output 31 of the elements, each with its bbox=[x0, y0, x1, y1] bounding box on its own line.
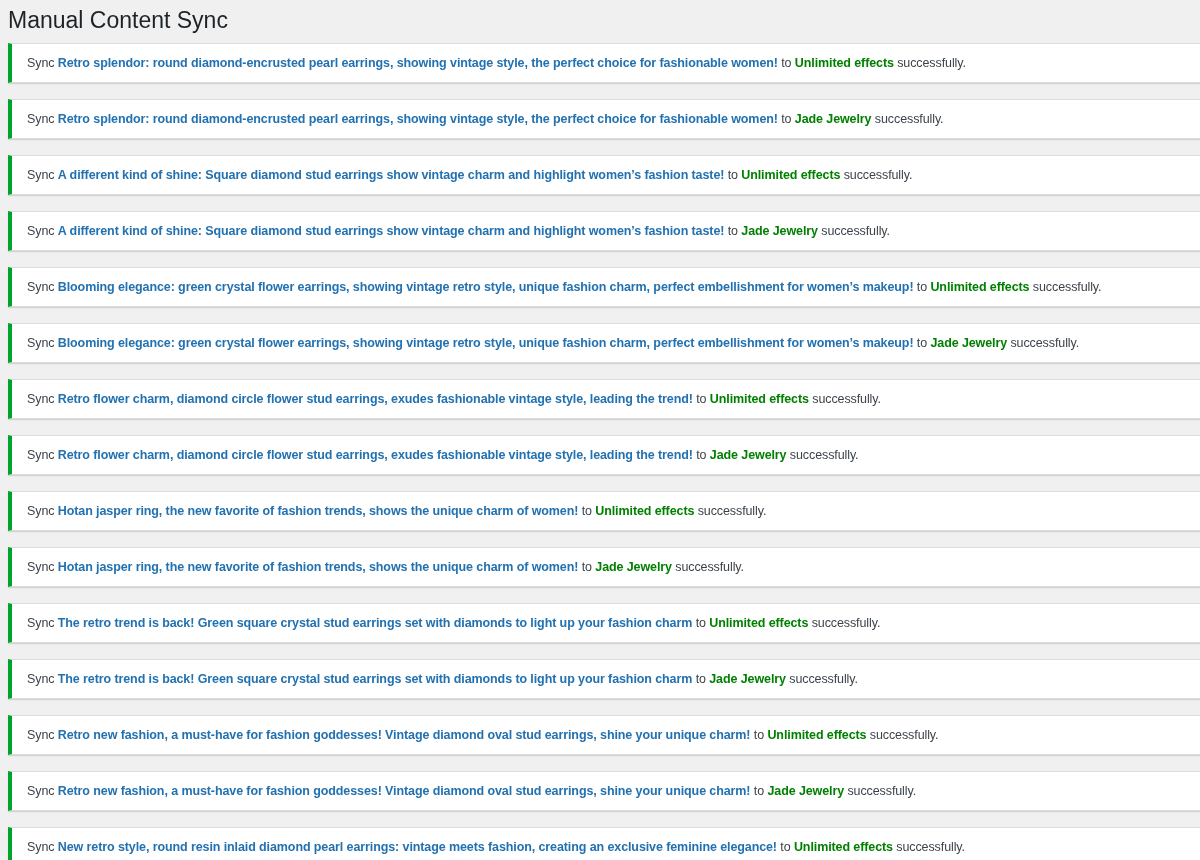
product-link[interactable]: Hotan jasper ring, the new favorite of fashion trends, shows the unique charm of women! bbox=[57, 503, 579, 518]
notice-message: Sync Hotan jasper ring, the new favorite of fashion trends, shows the unique charm of women! to Jade Jewelry successfully. bbox=[27, 558, 744, 576]
notice-message: Sync Retro new fashion, a must-have for fashion goddesses! Vintage diamond oval stud earrings, shine your unique charm! to Jade Jewelry successfully. bbox=[27, 782, 917, 800]
notice-message: Sync Blooming elegance: green crystal flower earrings, showing vintage retro style, unique fashion charm, perfect embellishment for women’s makeup! to Unlimited effects successfully. bbox=[27, 278, 1102, 296]
notice-message: Sync Hotan jasper ring, the new favorite of fashion trends, shows the unique charm of women! to Unlimited effects successfully. bbox=[27, 502, 767, 520]
product-link[interactable]: Retro new fashion, a must-have for fashion goddesses! Vintage diamond oval stud earrings, shine your unique charm! bbox=[57, 783, 751, 798]
product-link[interactable]: Retro new fashion, a must-have for fashion goddesses! Vintage diamond oval stud earrings, shine your unique charm! bbox=[57, 727, 751, 742]
product-link[interactable]: Blooming elegance: green crystal flower earrings, showing vintage retro style, unique fashion charm, perfect embellishment for women’s makeup! bbox=[57, 335, 914, 350]
product-link[interactable]: Retro flower charm, diamond circle flower stud earrings, exudes fashionable vintage style, leading the trend! bbox=[57, 391, 693, 406]
notice-message: Sync Blooming elegance: green crystal flower earrings, showing vintage retro style, unique fashion charm, perfect embellishment for women’s makeup! to Jade Jewelry successfully. bbox=[27, 334, 1080, 352]
notice-message: Sync The retro trend is back! Green square crystal stud earrings set with diamonds to light up your fashion charm to Jade Jewelry successfully. bbox=[27, 670, 858, 688]
product-link[interactable]: The retro trend is back! Green square crystal stud earrings set with diamonds to light up your fashion charm bbox=[57, 615, 693, 630]
page-title: Manual Content Sync bbox=[8, 6, 229, 35]
notice-message: Sync Retro flower charm, diamond circle flower stud earrings, exudes fashionable vintage style, leading the trend! to Jade Jewelry successfully. bbox=[27, 446, 859, 464]
notice-message: Sync New retro style, round resin inlaid diamond pearl earrings: vintage meets fashion, creating an exclusive feminine elegance! to Unlimited effects successfully. bbox=[27, 838, 965, 856]
notice-message: Sync Retro new fashion, a must-have for fashion goddesses! Vintage diamond oval stud earrings, shine your unique charm! to Unlimited effects successfully. bbox=[27, 726, 939, 744]
product-link[interactable]: New retro style, round resin inlaid diamond pearl earrings: vintage meets fashion, creating an exclusive feminine elegance! bbox=[57, 839, 777, 854]
notice-message: Sync A different kind of shine: Square diamond stud earrings show vintage charm and highlight women’s fashion taste! to Jade Jewelry successfully. bbox=[27, 222, 890, 240]
notice-message: Sync The retro trend is back! Green square crystal stud earrings set with diamonds to light up your fashion charm to Unlimited effects successfully. bbox=[27, 614, 881, 632]
product-link[interactable]: A different kind of shine: Square diamond stud earrings show vintage charm and highlight women’s fashion taste! bbox=[57, 167, 725, 182]
notice-message: Sync A different kind of shine: Square diamond stud earrings show vintage charm and highlight women’s fashion taste! to Unlimited effects successfully. bbox=[27, 166, 913, 184]
product-link[interactable]: Retro splendor: round diamond-encrusted pearl earrings, showing vintage style, the perfect choice for fashionable women! bbox=[57, 111, 778, 126]
product-link[interactable]: Blooming elegance: green crystal flower earrings, showing vintage retro style, unique fashion charm, perfect embellishment for women’s makeup! bbox=[57, 279, 914, 294]
product-link[interactable]: Hotan jasper ring, the new favorite of fashion trends, shows the unique charm of women! bbox=[57, 559, 579, 574]
product-link[interactable]: Retro flower charm, diamond circle flower stud earrings, exudes fashionable vintage style, leading the trend! bbox=[57, 447, 693, 462]
notice-message: Sync Retro flower charm, diamond circle flower stud earrings, exudes fashionable vintage style, leading the trend! to Unlimited effects successfully. bbox=[27, 390, 881, 408]
product-link[interactable]: The retro trend is back! Green square crystal stud earrings set with diamonds to light up your fashion charm bbox=[57, 671, 693, 686]
product-link[interactable]: A different kind of shine: Square diamond stud earrings show vintage charm and highlight women’s fashion taste! bbox=[57, 223, 725, 238]
notice-message: Sync Retro splendor: round diamond-encrusted pearl earrings, showing vintage style, the perfect choice for fashionable women! to Jade Jewelry successfully. bbox=[27, 110, 944, 128]
notice-message: Sync Retro splendor: round diamond-encrusted pearl earrings, showing vintage style, the perfect choice for fashionable women! to Unlimited effects successfully. bbox=[27, 54, 966, 72]
product-link[interactable]: Retro splendor: round diamond-encrusted pearl earrings, showing vintage style, the perfect choice for fashionable women! bbox=[57, 55, 778, 70]
